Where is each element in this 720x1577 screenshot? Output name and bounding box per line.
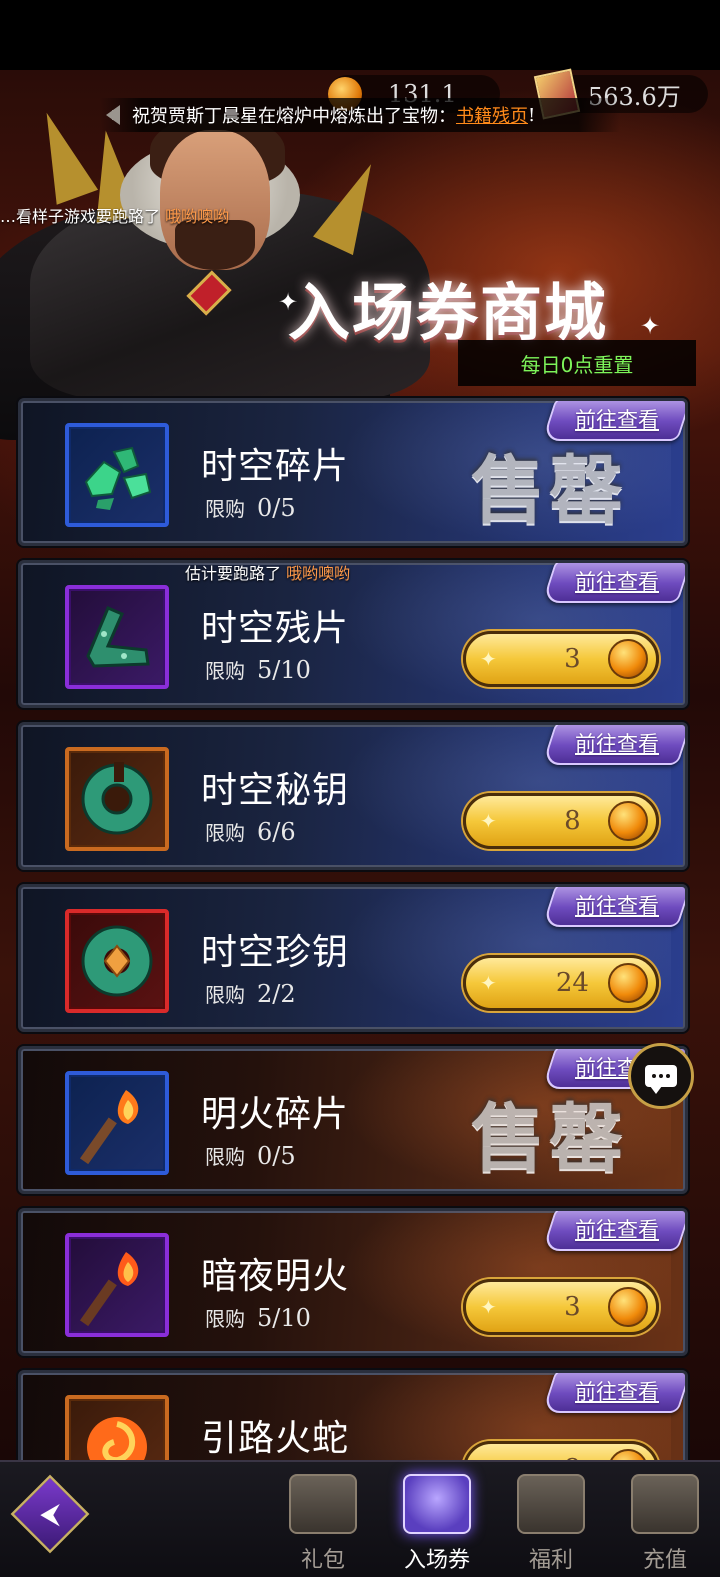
announcement-item[interactable]: 书籍残页 (456, 102, 528, 128)
gold-coin-icon (608, 1287, 648, 1327)
back-button[interactable]: ⮜ (10, 1474, 90, 1554)
bottom-nav: ⮜ 礼包 入场券 福利 充值 (0, 1460, 720, 1577)
reset-notice: 每日0点重置 (458, 340, 696, 386)
goto-view-button[interactable]: 前往查看 (541, 1211, 685, 1251)
shop-item-card: 明火碎片 限购 0/5 售罄 前往查看 (18, 1046, 688, 1194)
rune-fragment-icon (86, 606, 150, 668)
back-arrow-icon: ⮜ (40, 1497, 60, 1531)
item-limit: 限购 0/5 (205, 1142, 296, 1170)
chat-button[interactable] (628, 1043, 694, 1109)
dark-torch-icon (79, 1252, 139, 1327)
buy-button[interactable]: ✦ 8 (463, 793, 659, 849)
goto-view-button[interactable]: 前往查看 (541, 563, 685, 603)
goto-view-button[interactable]: 前往查看 (541, 401, 685, 441)
price-value: 24 (555, 968, 589, 998)
item-icon-frame[interactable] (65, 1071, 169, 1175)
item-limit: 限购 5/10 (205, 656, 311, 684)
gold-coin-icon (608, 801, 648, 841)
item-name: 时空珍钥 (201, 932, 350, 973)
jeweled-rune-ring-icon (81, 925, 153, 997)
item-name: 暗夜明火 (201, 1256, 350, 1297)
sparkle-icon: ✦ (640, 312, 661, 340)
buy-button[interactable]: ✦ 24 (463, 955, 659, 1011)
torch-icon (79, 1090, 139, 1165)
item-name: 时空碎片 (201, 446, 350, 487)
buy-button[interactable]: ✦ 3 (463, 1279, 659, 1335)
goto-view-button[interactable]: 前往查看 (541, 887, 685, 927)
tab-recharge[interactable]: 充值 (620, 1474, 710, 1574)
portal-gate-icon (403, 1474, 471, 1534)
status-bar (0, 0, 720, 70)
rune-ring-icon (81, 762, 153, 835)
goto-view-button[interactable]: 前往查看 (541, 1373, 685, 1413)
shop-item-card: 时空残片 限购 5/10 ✦ 3 前往查看 (18, 560, 688, 708)
sparkle-icon: ✦ (480, 971, 497, 995)
sparkle-icon: ✦ (480, 809, 497, 833)
green-crystal-shards-icon (84, 446, 152, 510)
item-icon-frame[interactable] (65, 909, 169, 1013)
item-name: 时空秘钥 (201, 770, 350, 811)
tab-gift-pack[interactable]: 礼包 (278, 1474, 368, 1574)
item-name: 时空残片 (201, 608, 350, 649)
item-icon-frame[interactable] (65, 423, 169, 527)
gold-coin-icon (608, 963, 648, 1003)
item-name: 明火碎片 (201, 1094, 350, 1135)
item-limit: 限购 5/10 (205, 1304, 311, 1332)
danmaku-comment: 估计要跑路了 哦哟噢哟 (185, 564, 351, 583)
tab-welfare[interactable]: 福利 (506, 1474, 596, 1574)
soldout-stamp: 售罄 (471, 448, 627, 534)
announcement-suffix: ! (528, 104, 536, 126)
price-value: 8 (564, 806, 581, 836)
item-limit: 限购 2/2 (205, 980, 296, 1008)
goto-view-button[interactable]: 前往查看 (541, 725, 685, 765)
buy-button[interactable]: ✦ 3 (463, 631, 659, 687)
announcement-text: 祝贺贾斯丁晨星在熔炉中熔炼出了宝物： (132, 106, 456, 127)
price-value: 3 (564, 644, 581, 674)
item-icon-frame[interactable] (65, 747, 169, 851)
sparkle-icon: ✦ (480, 1295, 497, 1319)
coin-gift-icon (631, 1474, 699, 1534)
gift-box-icon (517, 1474, 585, 1534)
price-value: 3 (564, 1292, 581, 1322)
item-limit: 限购 0/5 (205, 494, 296, 522)
tab-tickets[interactable]: 入场券 (392, 1474, 482, 1574)
announcement-marquee: 祝贺贾斯丁晨星在熔炉中熔炼出了宝物： 书籍残页 ! (100, 98, 620, 132)
shop-item-card: 暗夜明火 限购 5/10 ✦ 3 前往查看 (18, 1208, 688, 1356)
shop-item-card: 时空秘钥 限购 6/6 ✦ 8 前往查看 (18, 722, 688, 870)
speaker-icon (106, 105, 120, 125)
shop-item-card: 时空珍钥 限购 2/2 ✦ 24 前往查看 (18, 884, 688, 1032)
gold-coin-icon (608, 639, 648, 679)
danmaku-comment: …看样子游戏要跑路了 哦哟噢哟 (0, 207, 230, 226)
item-limit: 限购 6/6 (205, 818, 296, 846)
sparkle-icon: ✦ (480, 647, 497, 671)
treasure-chest-icon (289, 1474, 357, 1534)
shop-item-card: 时空碎片 限购 0/5 售罄 前往查看 (18, 398, 688, 546)
item-name: 引路火蛇 (201, 1418, 350, 1459)
chat-icon (645, 1065, 677, 1094)
soldout-stamp: 售罄 (471, 1096, 627, 1182)
item-icon-frame[interactable] (65, 1233, 169, 1337)
page-title: 入场券商城 (288, 276, 609, 349)
item-icon-frame[interactable] (65, 585, 169, 689)
